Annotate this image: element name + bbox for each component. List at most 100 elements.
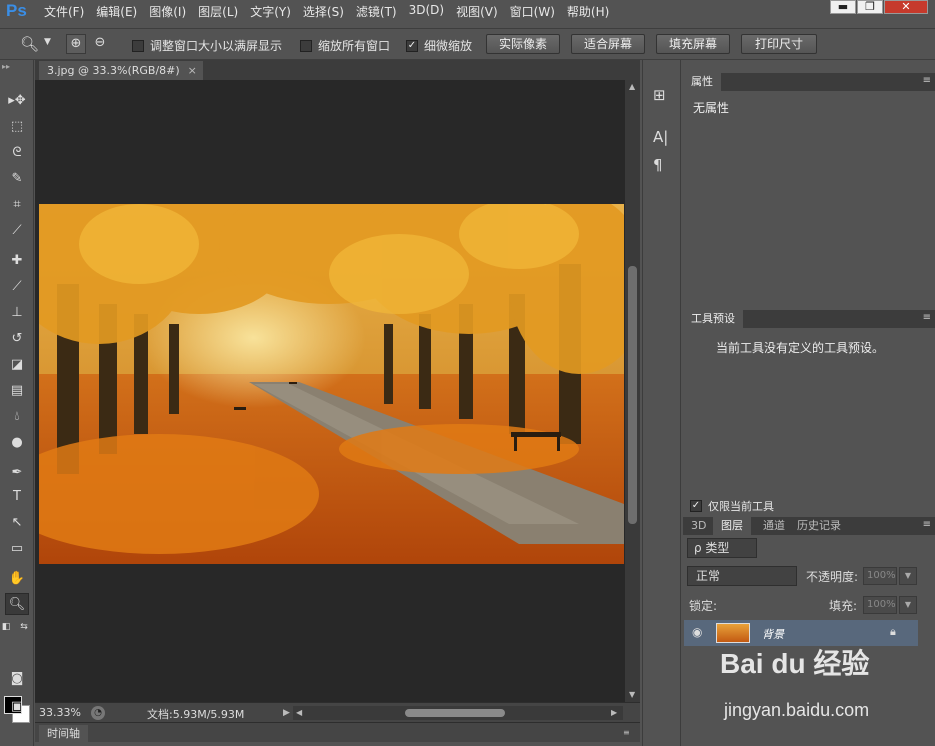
- scroll-left-icon[interactable]: ◀: [296, 708, 302, 717]
- quick-selection-tool-icon[interactable]: ✎: [5, 168, 29, 190]
- pen-tool-icon[interactable]: ✒: [5, 462, 29, 484]
- path-selection-tool-icon[interactable]: ↖: [5, 512, 29, 534]
- menu-type[interactable]: 文字(Y): [250, 3, 299, 20]
- tool-presets-panel-icon[interactable]: ⊞: [653, 86, 666, 104]
- fill-field[interactable]: 100%: [863, 596, 897, 614]
- move-tool-icon[interactable]: ▸✥: [5, 90, 29, 112]
- checkbox-box[interactable]: ✓: [406, 39, 418, 52]
- marquee-tool-icon[interactable]: ⬚: [5, 116, 29, 138]
- zoom-tool-preset-icon[interactable]: 🔍︎: [20, 35, 39, 53]
- opacity-field[interactable]: 100%: [863, 567, 897, 585]
- maximize-button[interactable]: ❐: [857, 0, 883, 14]
- autumn-park-photo[interactable]: [39, 204, 624, 564]
- quick-mask-icon[interactable]: ◙: [5, 668, 29, 690]
- watermark-url: jingyan.baidu.com: [724, 700, 870, 720]
- swap-colors-icon[interactable]: ⇆: [18, 616, 30, 638]
- zoom-tool-icon[interactable]: 🔍︎: [5, 593, 29, 615]
- menu-edit[interactable]: 编辑(E): [96, 3, 145, 20]
- brush-tool-icon[interactable]: ⟋: [5, 276, 29, 298]
- panel-menu-icon[interactable]: ≡: [923, 75, 931, 86]
- scrubby-zoom-checkbox[interactable]: ✓ 细微缩放: [406, 37, 472, 54]
- minimize-button[interactable]: ▬: [830, 0, 856, 14]
- close-window-button[interactable]: ✕: [884, 0, 928, 14]
- checkbox-box[interactable]: ✓: [690, 500, 702, 512]
- menu-help[interactable]: 帮助(H): [567, 3, 617, 20]
- checkbox-box[interactable]: [132, 39, 144, 52]
- panel-collapse-icon[interactable]: ▸▸: [2, 62, 10, 71]
- menu-filter[interactable]: 滤镜(T): [356, 3, 405, 20]
- resize-windows-label: 调整窗口大小以满屏显示: [150, 39, 283, 53]
- tool-presets-panel-body: [683, 328, 935, 515]
- tab-3d[interactable]: 3D: [683, 517, 714, 535]
- baidu-watermark: Bai du 经验 jingyan.baidu.com: [720, 642, 910, 726]
- clone-stamp-tool-icon[interactable]: ⊥: [5, 302, 29, 324]
- menu-view[interactable]: 视图(V): [456, 3, 506, 20]
- history-brush-tool-icon[interactable]: ↺: [5, 328, 29, 350]
- rectangle-tool-icon[interactable]: ▭: [5, 538, 29, 560]
- close-icon[interactable]: ×: [188, 64, 197, 77]
- document-tab[interactable]: 3.jpg @ 33.3%(RGB/8#) ×: [39, 61, 203, 80]
- zoom-all-windows-checkbox[interactable]: 缩放所有窗口: [300, 37, 390, 54]
- tab-layers[interactable]: 图层: [713, 517, 751, 535]
- actual-pixels-button[interactable]: 实际像素: [486, 34, 560, 54]
- lasso-tool-icon[interactable]: ᘓ: [5, 142, 29, 164]
- tool-presets-panel-header: 工具预设 ≡: [683, 310, 935, 328]
- horizontal-scroll-thumb[interactable]: [405, 709, 505, 717]
- hand-tool-icon[interactable]: ✋: [5, 568, 29, 590]
- panel-menu-icon[interactable]: ≡: [923, 312, 931, 323]
- timeline-tab[interactable]: 时间轴: [39, 725, 88, 742]
- zoom-in-icon[interactable]: ⊕: [66, 34, 86, 54]
- checkbox-box[interactable]: [300, 39, 312, 52]
- scroll-down-icon[interactable]: ▼: [629, 690, 635, 699]
- healing-brush-tool-icon[interactable]: ✚: [5, 250, 29, 272]
- eye-visibility-icon[interactable]: ◉: [692, 625, 702, 639]
- menu-file[interactable]: 文件(F): [44, 3, 92, 20]
- menu-window[interactable]: 窗口(W): [510, 3, 563, 20]
- tab-channels[interactable]: 通道: [755, 517, 793, 535]
- opacity-dropdown[interactable]: ▼: [899, 567, 917, 585]
- status-info-icon[interactable]: ◔: [91, 706, 105, 720]
- vertical-scroll-thumb[interactable]: [628, 266, 637, 524]
- layer-name[interactable]: 背景: [762, 626, 784, 642]
- horizontal-scrollbar[interactable]: ◀ ▶: [293, 706, 623, 720]
- vertical-scrollbar[interactable]: ▲ ▼: [625, 80, 640, 702]
- eyedropper-tool-icon[interactable]: ⟋: [5, 220, 29, 242]
- menu-3d[interactable]: 3D(D): [409, 3, 452, 20]
- resize-windows-checkbox[interactable]: 调整窗口大小以满屏显示: [132, 37, 282, 54]
- tab-tool-presets[interactable]: 工具预设: [683, 310, 743, 328]
- zoom-out-icon[interactable]: ⊖: [90, 34, 110, 54]
- eraser-tool-icon[interactable]: ◪: [5, 354, 29, 376]
- dodge-tool-icon[interactable]: ●: [5, 432, 29, 454]
- fill-dropdown[interactable]: ▼: [899, 596, 917, 614]
- gradient-tool-icon[interactable]: ▤: [5, 380, 29, 402]
- tab-history[interactable]: 历史记录: [789, 517, 849, 535]
- print-size-button[interactable]: 打印尺寸: [741, 34, 817, 54]
- blend-mode-select[interactable]: 正常: [687, 566, 797, 586]
- chevron-down-icon[interactable]: ▼: [44, 37, 51, 47]
- fill-label: 填充:: [829, 599, 858, 613]
- scroll-up-icon[interactable]: ▲: [629, 82, 635, 91]
- panel-menu-icon[interactable]: ≡: [623, 728, 630, 737]
- crop-tool-icon[interactable]: ⌗: [5, 194, 29, 216]
- fill-screen-button[interactable]: 填充屏幕: [656, 34, 730, 54]
- menu-layer[interactable]: 图层(L): [198, 3, 246, 20]
- character-panel-icon[interactable]: A|: [653, 128, 668, 146]
- type-tool-icon[interactable]: T: [5, 486, 29, 508]
- menu-select[interactable]: 选择(S): [303, 3, 352, 20]
- zoom-level-field[interactable]: 33.33%: [39, 706, 81, 719]
- properties-empty-text: 无属性: [693, 101, 730, 115]
- only-current-tool-checkbox[interactable]: ✓ 仅限当前工具: [690, 498, 774, 514]
- layer-filter-kind-select[interactable]: ρ 类型: [687, 538, 757, 558]
- panel-menu-icon[interactable]: ≡: [923, 519, 931, 530]
- status-menu-arrow-icon[interactable]: ▶: [283, 708, 290, 718]
- menu-image[interactable]: 图像(I): [149, 3, 194, 20]
- blur-tool-icon[interactable]: 💧︎: [5, 406, 29, 428]
- fit-screen-button[interactable]: 适合屏幕: [571, 34, 645, 54]
- screen-mode-icon[interactable]: ▣: [5, 696, 29, 718]
- default-colors-icon[interactable]: ◧: [0, 616, 12, 638]
- tab-properties[interactable]: 属性: [683, 73, 721, 91]
- document-tab-bar: 3.jpg @ 33.3%(RGB/8#) ×: [35, 60, 640, 80]
- scroll-right-icon[interactable]: ▶: [611, 708, 617, 717]
- canvas-area[interactable]: [35, 80, 625, 702]
- paragraph-panel-icon[interactable]: ¶: [653, 156, 663, 174]
